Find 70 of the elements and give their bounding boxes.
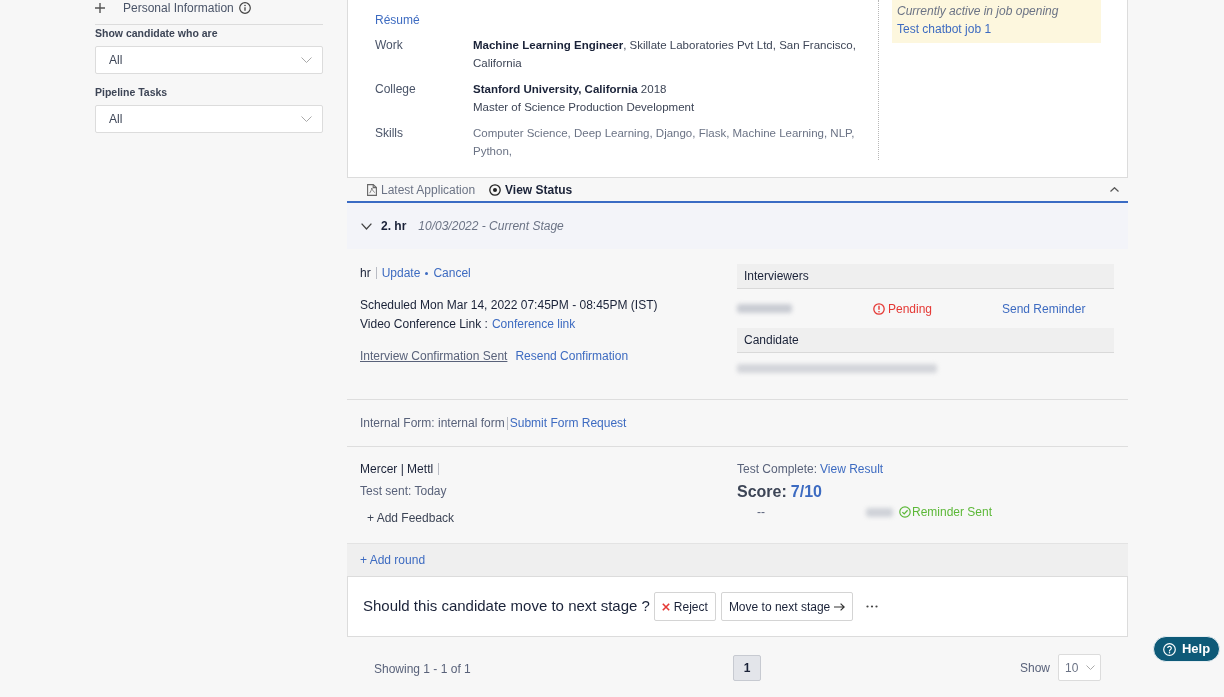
reject-button[interactable]: Reject — [653, 592, 716, 621]
section-title[interactable]: Personal Information — [123, 1, 234, 15]
send-reminder-link[interactable]: Send Reminder — [1002, 299, 1086, 318]
submit-form-request-link[interactable]: Submit Form Request — [509, 414, 627, 432]
interview-action-link[interactable]: Update — [381, 264, 421, 282]
chevron-down-icon[interactable] — [361, 222, 372, 230]
more-icon[interactable] — [866, 605, 879, 608]
filter-select[interactable]: All — [95, 105, 323, 133]
page-button[interactable]: 1 — [733, 654, 761, 681]
show-label: Show — [1019, 659, 1050, 677]
field-label: College — [375, 81, 417, 98]
info-icon[interactable] — [238, 2, 251, 14]
collapse-chevron-icon[interactable] — [1110, 187, 1119, 192]
field-label: Work — [375, 37, 404, 54]
active-opening-note: Currently active in job opening — [897, 3, 1059, 20]
conference-link[interactable]: Conference link — [491, 315, 576, 334]
internal-form-text: Internal Form: internal form — [360, 415, 505, 432]
assessment-vendor: Mercer | Mettl — [360, 461, 434, 478]
stage-header[interactable]: 2. hr 10/03/2022 - Current Stage — [347, 203, 1128, 249]
blurred-name — [866, 507, 893, 517]
radio-target-icon — [489, 183, 502, 196]
field-value: Machine Learning Engineer, Skillate Laboratories Pvt Ltd, San Francisco, California — [473, 38, 857, 71]
field-value: Master of Science Production Development — [473, 100, 696, 115]
page-size-select[interactable]: 10 — [1058, 654, 1101, 681]
field-label: Skills — [375, 125, 404, 142]
filter-label: Show candidate who are — [95, 26, 219, 40]
blurred-name — [737, 304, 792, 313]
results-summary: Showing 1 - 1 of 1 — [374, 661, 471, 676]
resend-confirmation-link[interactable]: Resend Confirmation — [515, 347, 629, 365]
next-stage-button[interactable]: Move to next stage — [720, 592, 854, 621]
interview-name: hr — [360, 265, 371, 282]
interviewer-status: Pending — [888, 300, 933, 317]
add-feedback-link[interactable]: + Add Feedback — [367, 509, 455, 527]
close-icon — [661, 602, 670, 611]
help-button[interactable]: Help — [1153, 636, 1220, 662]
plus-icon[interactable] — [95, 3, 105, 13]
participants-header: Candidate — [737, 328, 1114, 353]
stage-date: 10/03/2022 - Current Stage — [418, 218, 564, 235]
field-value: Computer Science, Deep Learning, Django, Flask, Machine Learning, NLP, Python, — [473, 126, 856, 159]
check-circle-icon — [899, 506, 911, 518]
confirmation-status: Interview Confirmation Sent — [360, 348, 508, 365]
chevron-down-icon — [301, 57, 312, 63]
help-icon — [1162, 642, 1176, 656]
reminder-status: Reminder Sent — [912, 504, 993, 520]
arrow-right-icon — [834, 602, 846, 611]
stage-title: 2. hr — [381, 218, 407, 235]
alert-icon — [873, 302, 885, 315]
score-label: Score: — [737, 481, 787, 502]
score-value: 7/10 — [790, 481, 822, 502]
test-status-text: Test Complete: — [737, 461, 818, 478]
chevron-down-icon — [301, 116, 312, 122]
status-tab[interactable]: Latest Application — [367, 181, 476, 198]
schedule-text: Scheduled Mon Mar 14, 2022 07:45PM - 08:45PM (IST) — [360, 297, 658, 314]
filter-label: Pipeline Tasks — [95, 85, 169, 99]
test-sent-text: Test sent: Today — [360, 483, 447, 500]
dot-icon — [425, 271, 429, 275]
status-tab[interactable]: View Status — [489, 181, 573, 198]
dash-text: -- — [757, 504, 765, 521]
field-value: Stanford University, California 2018 — [473, 82, 668, 97]
conference-label: Video Conference Link : — [360, 316, 488, 333]
filter-select[interactable]: All — [95, 46, 323, 74]
chevron-down-icon — [1086, 665, 1095, 670]
resume-link[interactable]: Résumé — [375, 11, 420, 29]
view-result-link[interactable]: View Result — [820, 460, 884, 478]
add-round-link[interactable]: + Add round — [360, 551, 426, 569]
decision-question: Should this candidate move to next stage ? — [363, 596, 650, 617]
participants-header: Interviewers — [737, 264, 1114, 289]
interview-action-link[interactable]: Cancel — [433, 264, 471, 282]
document-icon — [367, 183, 377, 196]
job-opening-link[interactable]: Test chatbot job 1 — [897, 20, 992, 38]
